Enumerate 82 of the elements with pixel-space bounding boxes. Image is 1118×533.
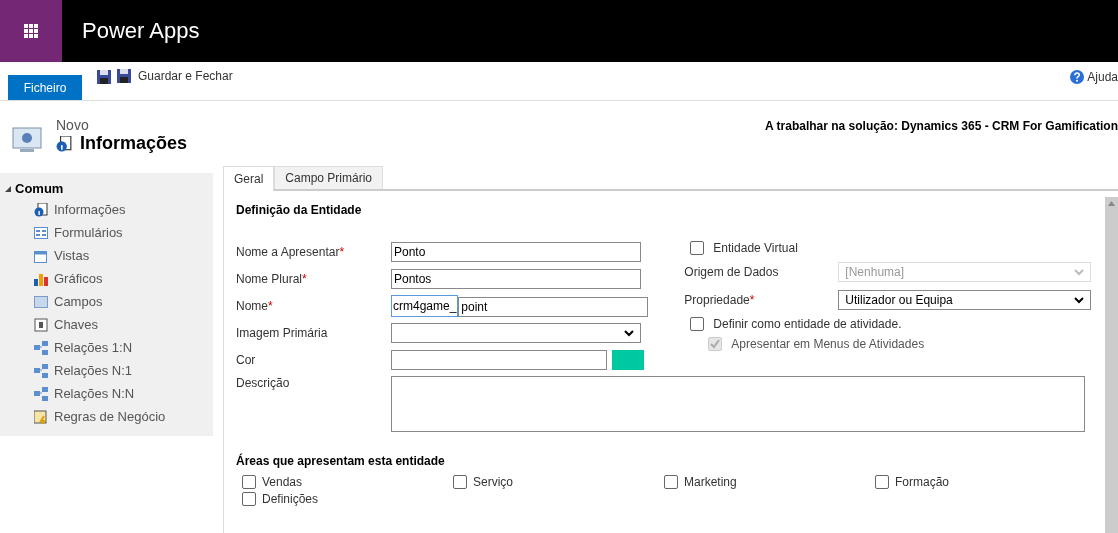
nav-item[interactable]: Vistas bbox=[0, 244, 213, 267]
required-asterisk: * bbox=[339, 245, 345, 259]
field-label: Nome a Apresentar bbox=[236, 245, 340, 259]
entity-settings-icon bbox=[12, 127, 42, 153]
field-label: Nome bbox=[236, 299, 268, 313]
solution-label: A trabalhar na solução: Dynamics 365 - CRM For Gamification bbox=[765, 119, 1118, 133]
chevron-down-icon bbox=[1074, 296, 1085, 304]
field-label: Propriedade bbox=[684, 293, 750, 307]
business-rule-icon bbox=[34, 409, 48, 424]
help-icon bbox=[1070, 70, 1085, 84]
section-title: Áreas que apresentam esta entidade bbox=[236, 454, 446, 468]
collapse-icon[interactable] bbox=[4, 184, 12, 193]
relationship-icon bbox=[34, 340, 48, 355]
tab[interactable]: Campo Primário bbox=[274, 166, 384, 189]
checkbox[interactable]: Vendas bbox=[242, 475, 453, 489]
dropdown[interactable] bbox=[391, 323, 641, 343]
scrollbar[interactable] bbox=[1105, 197, 1118, 533]
required-asterisk: * bbox=[268, 299, 273, 313]
checkbox-label: Definir como entidade de atividade. bbox=[713, 317, 902, 331]
checkbox-label: Entidade Virtual bbox=[713, 241, 798, 255]
save-close-icon[interactable] bbox=[116, 68, 132, 84]
key-icon bbox=[34, 317, 48, 332]
tab[interactable]: Geral bbox=[223, 166, 275, 191]
checkbox[interactable]: Serviço bbox=[453, 475, 664, 489]
checkbox-label: Definições bbox=[262, 492, 319, 506]
color-swatch[interactable] bbox=[612, 350, 644, 370]
save-icon[interactable] bbox=[96, 69, 112, 85]
text-field[interactable]: Pontos bbox=[391, 269, 641, 289]
field-label: Imagem Primária bbox=[236, 326, 328, 340]
required-asterisk: * bbox=[302, 272, 307, 286]
required-asterisk: * bbox=[749, 293, 755, 307]
checkbox-label: Apresentar em Menus de Atividades bbox=[731, 337, 925, 351]
nav-item[interactable]: Gráficos bbox=[0, 267, 213, 290]
app-launcher-icon[interactable] bbox=[24, 24, 38, 38]
chevron-down-icon bbox=[624, 329, 634, 337]
info-document-icon bbox=[34, 202, 48, 217]
checkbox-label: Formação bbox=[895, 475, 950, 489]
check-icon bbox=[710, 339, 721, 349]
nav-item[interactable]: Informações bbox=[0, 198, 213, 221]
prefix-text: crm4game_ bbox=[391, 295, 459, 317]
text-field[interactable]: point bbox=[458, 297, 649, 317]
nav-item[interactable]: Regras de Negócio bbox=[0, 405, 213, 428]
text-field[interactable]: Ponto bbox=[391, 242, 641, 262]
relationship-icon bbox=[34, 363, 48, 378]
nav-item[interactable]: Relações N:1 bbox=[0, 359, 213, 382]
dropdown[interactable]: Utilizador ou Equipa bbox=[838, 290, 1092, 310]
page-title: Informações bbox=[80, 133, 188, 154]
info-document-icon bbox=[56, 135, 72, 152]
text-area[interactable] bbox=[391, 376, 1085, 432]
checkbox-label: Vendas bbox=[262, 475, 303, 489]
nav-item[interactable]: Relações 1:N bbox=[0, 336, 213, 359]
file-tab[interactable]: Ficheiro bbox=[8, 75, 82, 100]
nav-item[interactable]: Campos bbox=[0, 290, 213, 313]
form-icon bbox=[34, 225, 48, 240]
scroll-up-icon[interactable] bbox=[1108, 201, 1115, 206]
checkbox[interactable]: Definições bbox=[242, 492, 453, 506]
field-label: Nome Plural bbox=[236, 272, 303, 286]
field-label: Origem de Dados bbox=[684, 265, 779, 279]
checkbox-label: Marketing bbox=[684, 475, 737, 489]
section-title: Definição da Entidade bbox=[236, 203, 363, 217]
nav-item[interactable]: Formulários bbox=[0, 221, 213, 244]
help-button[interactable]: Ajuda bbox=[1070, 70, 1118, 84]
field-label: Descrição bbox=[236, 376, 290, 390]
checkbox[interactable]: Entidade Virtual bbox=[690, 241, 1092, 255]
fields-icon bbox=[34, 294, 48, 309]
nav-item[interactable]: Relações N:N bbox=[0, 382, 213, 405]
relationship-icon bbox=[34, 386, 48, 401]
checkbox[interactable]: Marketing bbox=[664, 475, 875, 489]
save-close-button[interactable]: Guardar e Fechar bbox=[112, 68, 237, 84]
field-label: Cor bbox=[236, 353, 256, 367]
nav-item[interactable]: Chaves bbox=[0, 313, 213, 336]
grid-view-icon bbox=[34, 248, 48, 263]
bar-chart-icon bbox=[34, 271, 48, 286]
checkbox[interactable]: Definir como entidade de atividade. bbox=[690, 317, 1092, 331]
text-field[interactable] bbox=[391, 350, 607, 370]
app-title: Power Apps bbox=[82, 18, 200, 44]
checkbox-label: Serviço bbox=[473, 475, 513, 489]
nav-group-title: Comum bbox=[15, 181, 64, 196]
app-launcher[interactable] bbox=[0, 0, 62, 62]
checkbox[interactable]: Formação bbox=[875, 475, 1086, 489]
chevron-down-icon bbox=[1074, 268, 1085, 276]
page-subtitle: Novo bbox=[56, 117, 90, 133]
